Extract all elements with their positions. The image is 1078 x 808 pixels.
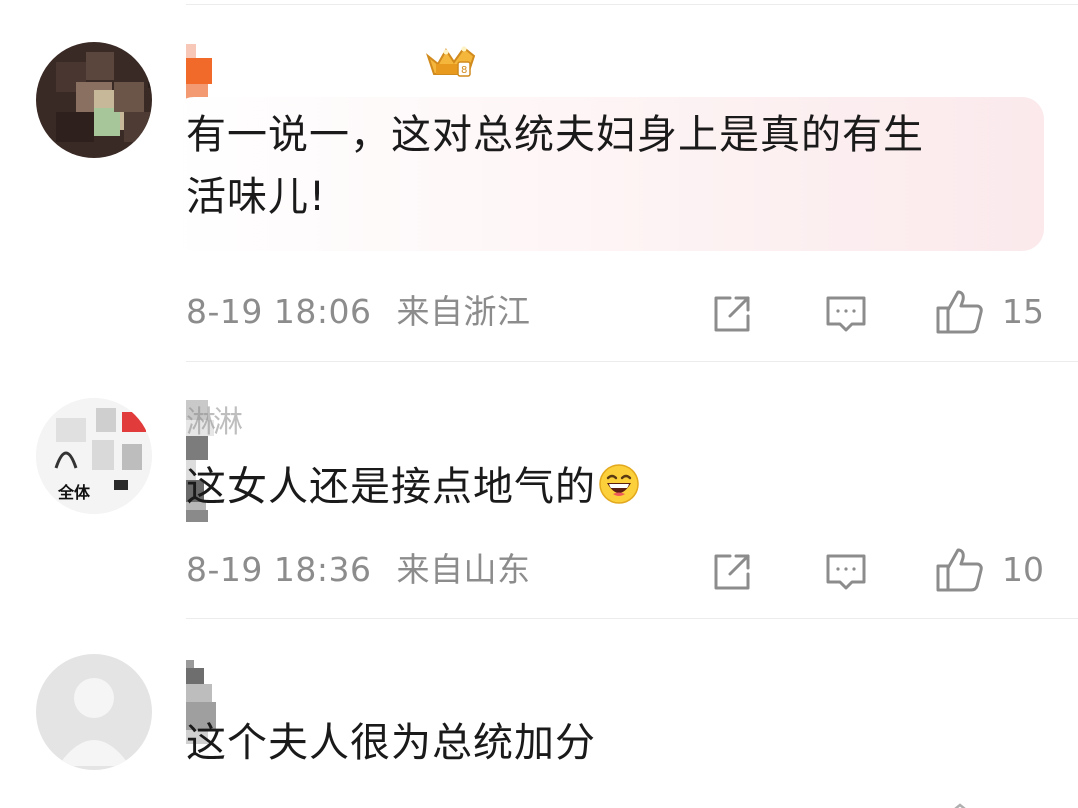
- avatar-text: 全体: [57, 483, 91, 502]
- like-count: 15: [1002, 292, 1044, 331]
- divider: [186, 618, 1078, 619]
- thumbs-up-icon[interactable]: [934, 544, 986, 596]
- username-fragment: 淋淋: [186, 405, 243, 440]
- crown-badge-icon: 8: [424, 40, 478, 82]
- like-count: 10: [1002, 550, 1044, 589]
- comment-text: 这个夫人很为总统加分: [186, 712, 596, 774]
- grinning-face-emoji: [599, 464, 639, 504]
- comment-text: 这女人还是接点地气的: [186, 456, 640, 518]
- partial-icon: [948, 798, 974, 808]
- username-blurred[interactable]: [186, 44, 416, 198]
- username-blurred[interactable]: [186, 660, 316, 744]
- comment-text-body: 这个夫人很为总统加分: [186, 720, 596, 766]
- comment-text-body: 这女人还是接点地气的: [186, 464, 596, 510]
- share-icon[interactable]: [708, 548, 756, 596]
- divider: [186, 361, 1078, 362]
- comment-icon[interactable]: [822, 548, 870, 596]
- timestamp: 8-19 18:36: [186, 550, 372, 589]
- comment-list: 8 有一说一，这对总统夫妇身上是真的有生 活味儿! 8-19 18:06 来自浙…: [0, 0, 1078, 808]
- avatar[interactable]: 全体: [36, 398, 152, 514]
- avatar[interactable]: [36, 42, 152, 158]
- share-icon[interactable]: [708, 290, 756, 338]
- comment-text-line-1: 有一说一，这对总统夫妇身上是真的有生: [186, 112, 924, 158]
- comment-text: 有一说一，这对总统夫妇身上是真的有生 活味儿!: [186, 104, 924, 228]
- comment-icon[interactable]: [822, 290, 870, 338]
- divider: [186, 4, 1078, 5]
- timestamp: 8-19 18:06: [186, 292, 372, 331]
- location: 来自浙江: [396, 292, 531, 331]
- location: 来自山东: [396, 550, 531, 589]
- comment-meta: 8-19 18:36 来自山东: [186, 550, 531, 590]
- username-blurred[interactable]: 淋淋: [186, 400, 466, 522]
- comment-text-line-2: 活味儿!: [186, 174, 327, 220]
- svg-text:8: 8: [461, 65, 467, 76]
- avatar[interactable]: [36, 654, 152, 770]
- comment-meta: 8-19 18:06 来自浙江: [186, 292, 531, 332]
- thumbs-up-icon[interactable]: [934, 286, 986, 338]
